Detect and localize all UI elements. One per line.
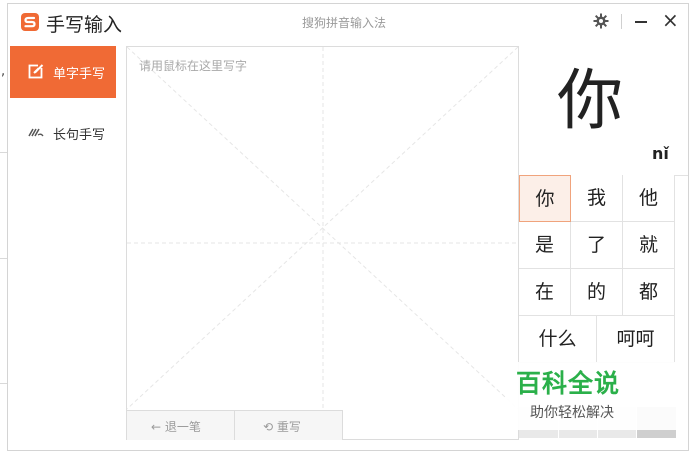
background-text: , [1,64,6,79]
handwriting-pad[interactable]: 请用鼠标在这里写字 ← 退一笔 ⟲ 重写 [126,46,519,440]
close-button[interactable]: × [662,10,679,30]
candidate-cell[interactable]: 都 [623,269,675,316]
sogou-logo-icon [21,13,39,31]
watermark-title: 百科全说 [516,369,621,398]
rewrite-button[interactable]: ⟲ 重写 [235,410,343,440]
app-title: 手写输入 [46,14,123,36]
titlebar-divider [621,14,622,29]
candidate-cell[interactable]: 什么 [519,316,597,363]
rewrite-label: 重写 [276,420,301,434]
window-subtitle: 搜狗拼音输入法 [302,16,387,30]
preview-char: 你 [557,62,623,139]
minimize-button[interactable] [635,21,647,23]
candidate-cell[interactable]: 就 [623,222,675,269]
preview-pinyin: nǐ [652,144,669,163]
candidate-cell[interactable]: 是 [519,222,571,269]
candidate-cell[interactable]: 他 [623,175,675,222]
edit-icon [28,63,44,79]
nav-label: 长句手写 [53,128,106,143]
watermark-subtitle: 助你轻松解决 [530,405,614,421]
nav-label: 单字手写 [53,67,106,82]
candidate-cell[interactable]: 的 [571,269,623,316]
recognition-preview: 你 nǐ [519,46,688,176]
title-bar: 手写输入 搜狗拼音输入法 × [8,4,688,42]
undo-stroke-button[interactable]: ← 退一笔 [127,410,235,440]
scribble-icon [28,128,44,137]
nav-single-char-handwriting[interactable]: 单字手写 [10,46,116,98]
candidate-cell[interactable]: 我 [571,175,623,222]
candidate-cell[interactable]: 在 [519,269,571,316]
nav-sentence-handwriting[interactable]: 长句手写 [10,116,116,150]
handwriting-window: 手写输入 搜狗拼音输入法 × 单字手写 长句手写 请用鼠标在这里写字 ← 退一笔… [7,3,689,451]
candidate-cell[interactable]: 了 [571,222,623,269]
candidate-cell[interactable]: 呵呵 [597,316,675,363]
settings-gear-icon[interactable] [593,13,609,29]
pad-placeholder: 请用鼠标在这里写字 [139,59,248,73]
pad-guide-lines [127,47,518,410]
undo-label: 退一笔 [164,420,201,434]
watermark: 百科全说 助你轻松解决 [506,362,676,430]
candidate-cell[interactable]: 你 [519,175,571,222]
